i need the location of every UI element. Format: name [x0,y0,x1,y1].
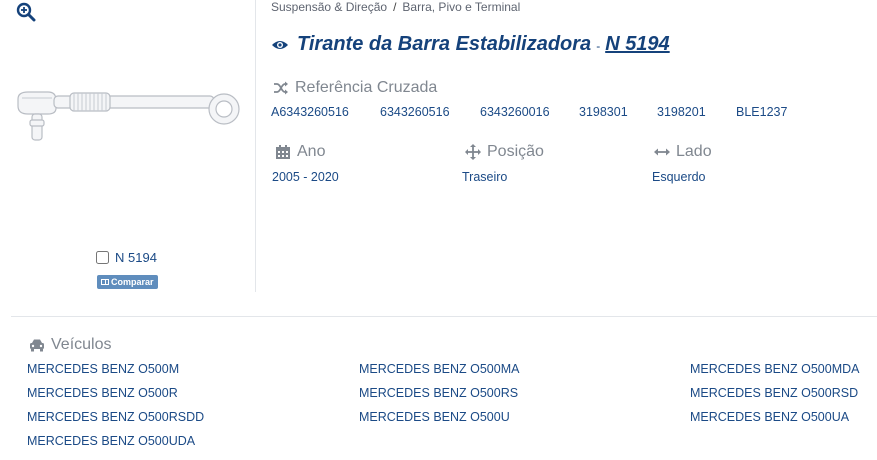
cross-reference-item: 6343260016 [480,105,550,119]
side-heading: Lado [654,143,712,161]
vehicle-link[interactable]: MERCEDES BENZ O500UDA [27,434,195,448]
cross-reference-heading: Referência Cruzada [273,79,437,97]
cross-reference-label: Referência Cruzada [295,79,438,96]
title-separator: - [596,39,601,53]
position-label: Posição [487,143,544,160]
vehicle-link[interactable]: MERCEDES BENZ O500RS [359,386,518,400]
vehicle-link[interactable]: MERCEDES BENZ O500RSDD [27,410,204,424]
product-code-link[interactable]: N 5194 [605,33,670,56]
vehicle-link[interactable]: MERCEDES BENZ O500MA [359,362,519,376]
car-icon [30,339,44,352]
compare-icon [101,279,109,285]
position-heading: Posição [465,143,544,161]
vehicle-link[interactable]: MERCEDES BENZ O500UA [690,410,849,424]
cross-reference-item: A6343260516 [271,105,349,119]
vertical-divider [255,0,256,292]
compare-button[interactable]: Comparar [97,275,158,289]
breadcrumb-separator: / [393,0,397,14]
vehicle-link[interactable]: MERCEDES BENZ O500M [27,362,179,376]
breadcrumb-item-subcategory[interactable]: Barra, Pivo e Terminal [402,0,520,14]
vehicle-link[interactable]: MERCEDES BENZ O500MDA [690,362,859,376]
side-label: Lado [676,143,712,160]
year-heading: Ano [275,143,325,161]
calendar-icon [276,145,290,159]
compare-checkbox-row[interactable]: N 5194 [96,250,157,265]
shuffle-icon [274,81,288,95]
year-value: 2005 - 2020 [272,170,339,184]
year-label: Ano [297,143,326,160]
breadcrumb: Suspensão & Direção / Barra, Pivo e Term… [271,0,520,14]
arrows-horizontal-icon [654,148,670,156]
compare-checkbox[interactable] [96,251,109,264]
breadcrumb-item-category[interactable]: Suspensão & Direção [271,0,387,14]
vehicles-label: Veículos [51,336,112,353]
compare-checkbox-label: N 5194 [115,250,157,265]
page-title: Tirante da Barra Estabilizadora [297,33,592,55]
vehicle-link[interactable]: MERCEDES BENZ O500RSD [690,386,858,400]
cross-reference-item: 6343260516 [380,105,450,119]
compare-button-label: Comparar [111,277,154,287]
vehicle-link[interactable]: MERCEDES BENZ O500R [27,386,178,400]
zoom-in-icon[interactable] [16,2,36,22]
side-value: Esquerdo [652,170,706,184]
product-title-row: Tirante da Barra Estabilizadora - N 5194 [271,33,670,56]
cross-reference-item: 3198201 [657,105,706,119]
cross-reference-item: BLE1237 [736,105,788,119]
horizontal-divider [11,316,877,317]
eye-icon [272,41,288,49]
vehicles-heading: Veículos [29,336,111,354]
vehicle-link[interactable]: MERCEDES BENZ O500U [359,410,510,424]
product-image[interactable] [12,84,244,164]
cross-reference-item: 3198301 [579,105,628,119]
position-value: Traseiro [462,170,508,184]
move-arrows-icon [465,144,481,160]
